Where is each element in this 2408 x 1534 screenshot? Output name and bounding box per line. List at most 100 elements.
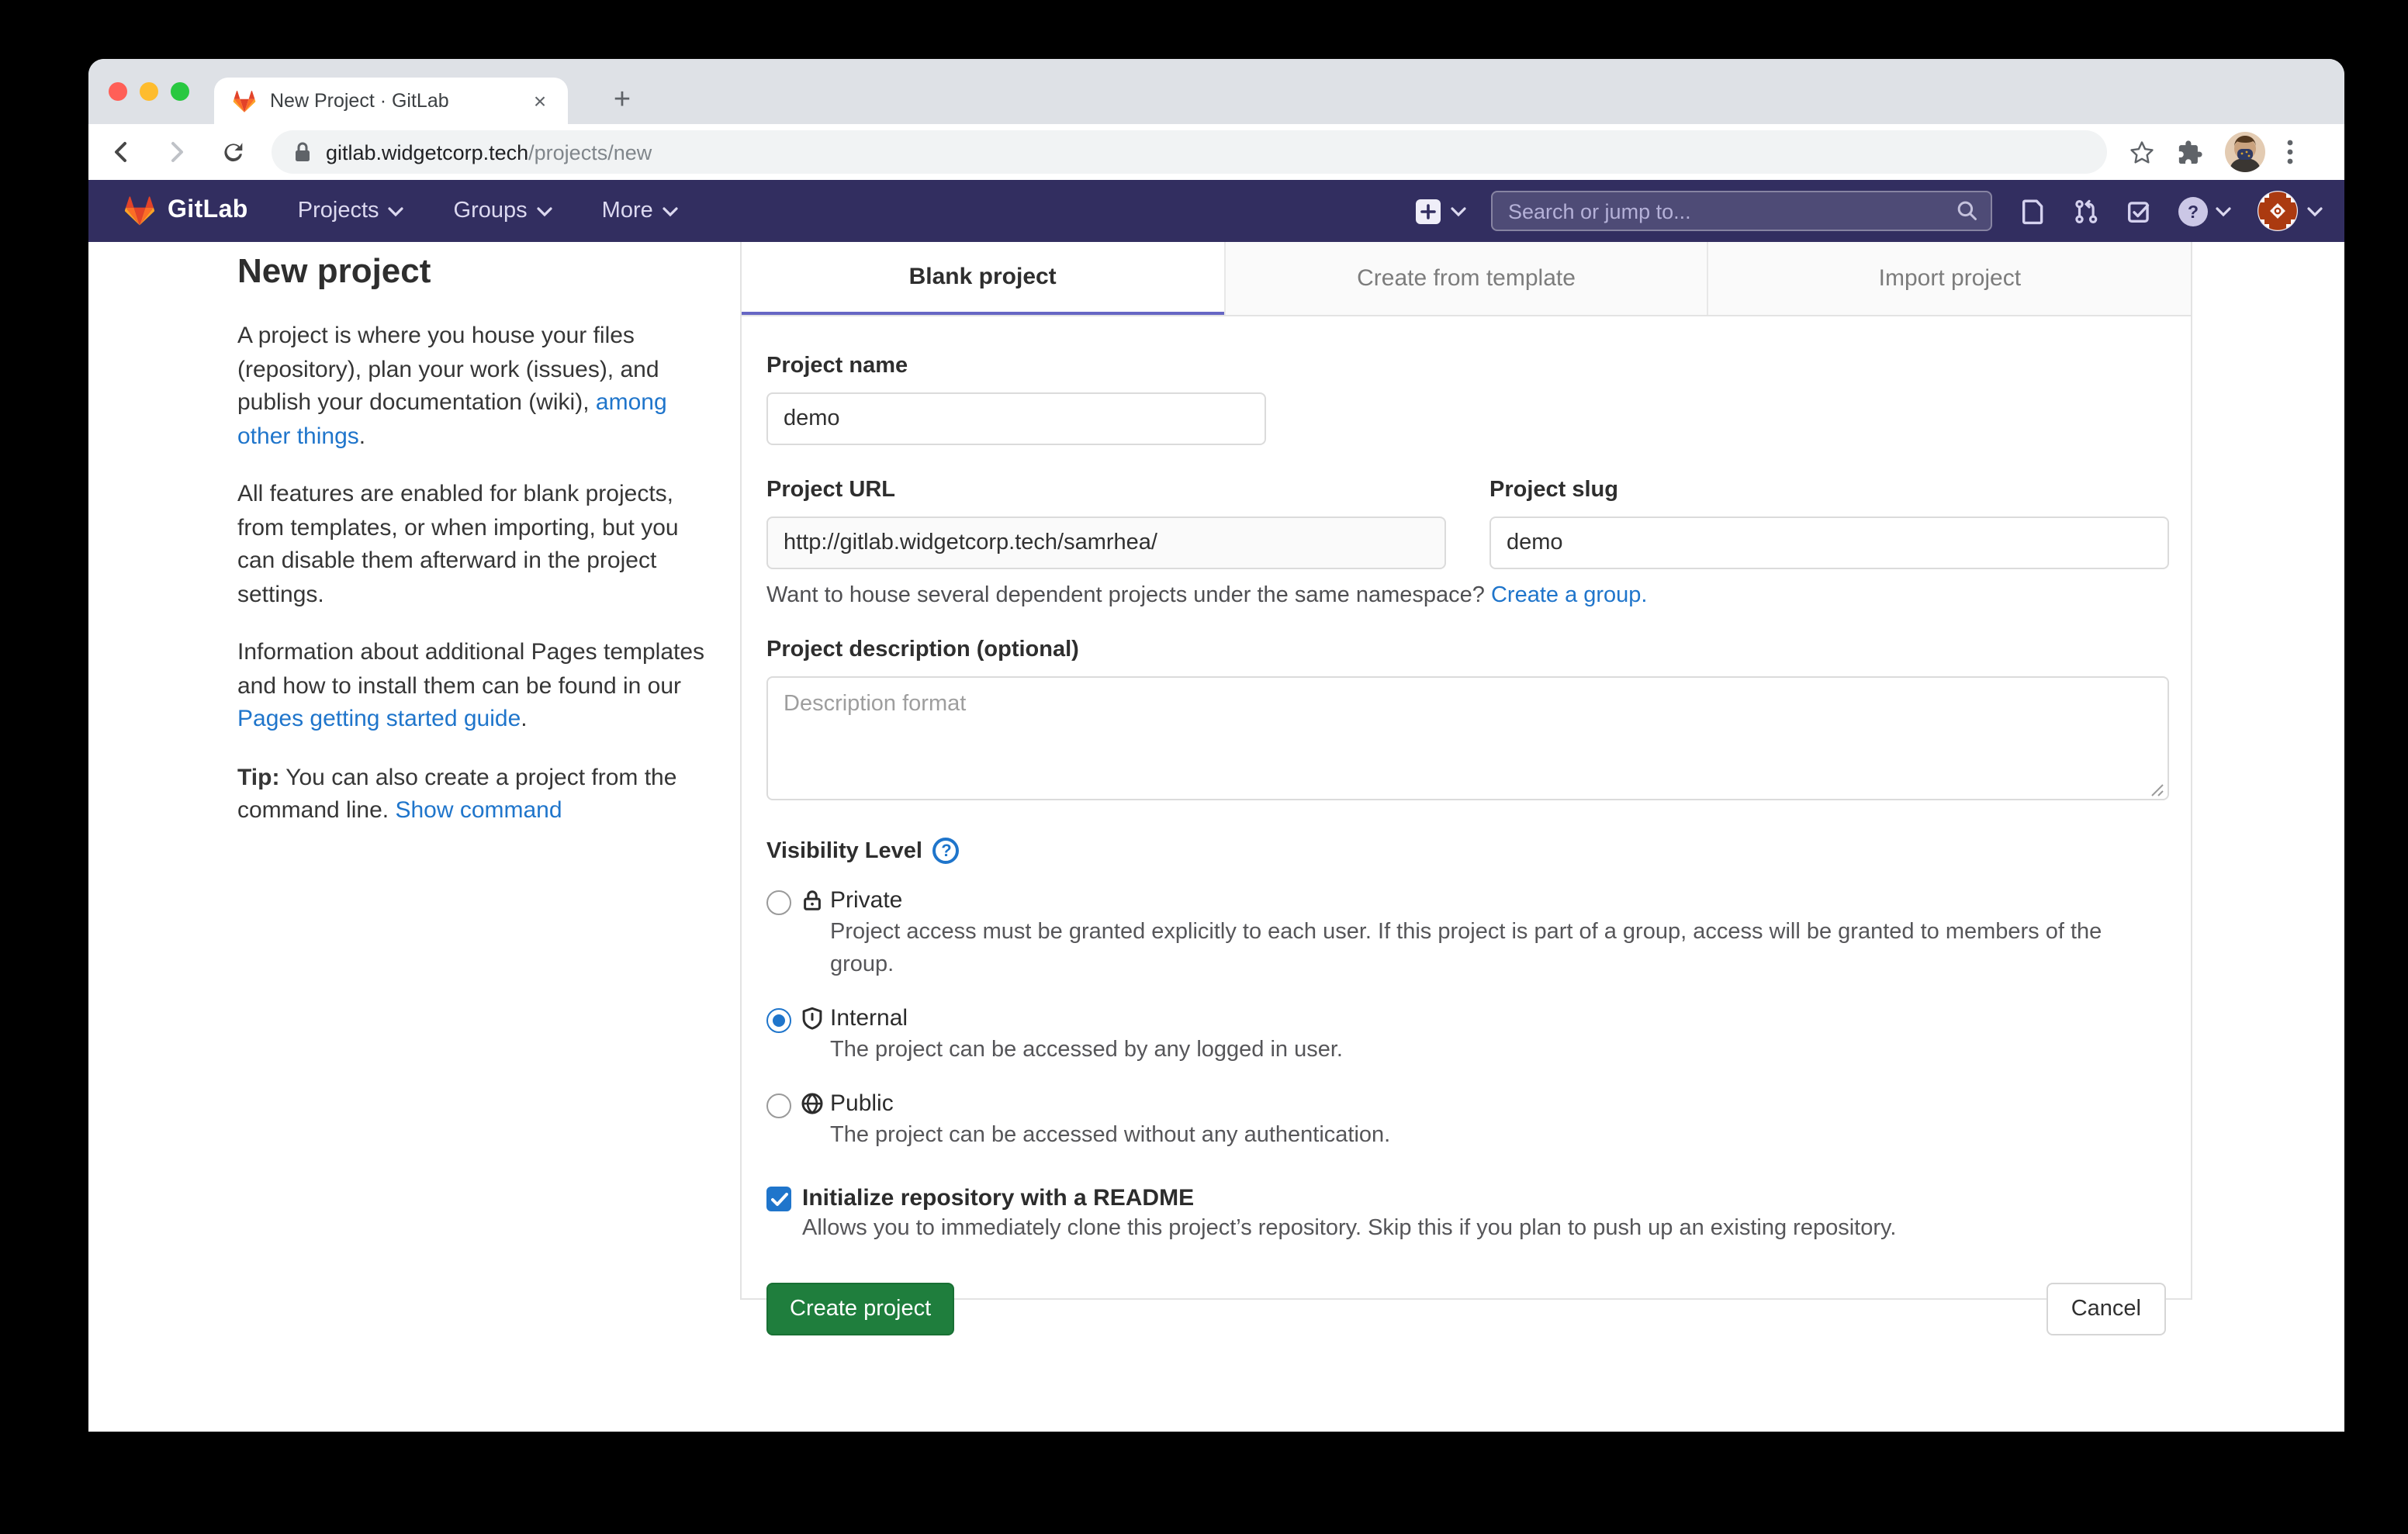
close-window-button[interactable] <box>109 82 127 101</box>
nav-menu-groups-label: Groups <box>454 199 528 223</box>
readme-checkbox[interactable] <box>766 1187 791 1211</box>
issues-icon[interactable] <box>2020 198 2046 224</box>
minimize-window-button[interactable] <box>140 82 158 101</box>
search-icon <box>1956 200 1978 222</box>
help-question-icon: ? <box>2178 196 2208 226</box>
plus-square-icon <box>1415 198 1441 224</box>
public-option-name: Public <box>830 1090 894 1117</box>
new-tab-button[interactable]: + <box>604 84 641 121</box>
project-url-label: Project URL <box>766 478 1446 503</box>
url-host: gitlab.widgetcorp.tech <box>326 140 528 164</box>
check-icon <box>770 1192 787 1206</box>
user-avatar <box>2258 191 2298 231</box>
chevron-down-icon <box>2307 206 2323 216</box>
nav-menu-groups[interactable]: Groups <box>454 199 552 223</box>
url-path: /projects/new <box>528 140 652 164</box>
browser-profile-avatar[interactable] <box>2225 132 2265 172</box>
tab-create-from-template[interactable]: Create from template <box>1223 242 1707 315</box>
internal-radio[interactable] <box>766 1008 791 1033</box>
namespace-hint-text: Want to house several dependent projects… <box>766 583 1491 608</box>
project-name-label: Project name <box>766 354 2166 378</box>
gitlab-logo[interactable]: GitLab <box>124 195 248 226</box>
internal-option-name: Internal <box>830 1005 908 1031</box>
user-menu[interactable] <box>2258 191 2323 231</box>
extensions-puzzle-icon[interactable] <box>2177 139 2203 165</box>
gitlab-tanuki-icon <box>124 195 155 226</box>
page-title: New project <box>237 251 721 292</box>
browser-tab[interactable]: New Project · GitLab × <box>214 78 568 124</box>
globe-icon <box>801 1092 824 1115</box>
sidebar-paragraph-1: A project is where you house your files … <box>237 320 721 453</box>
visibility-level-label: Visibility Level <box>766 838 922 863</box>
public-radio[interactable] <box>766 1093 791 1118</box>
tab-blank-project[interactable]: Blank project <box>742 242 1223 315</box>
tab-close-icon[interactable]: × <box>528 90 552 112</box>
project-type-tabs: Blank project Create from template Impor… <box>742 242 2191 316</box>
project-url-input[interactable] <box>766 517 1446 569</box>
readme-label: Initialize repository with a README <box>802 1185 1896 1211</box>
visibility-option-internal[interactable]: Internal The project can be accessed by … <box>766 1005 2166 1067</box>
namespace-hint: Want to house several dependent projects… <box>766 583 2166 608</box>
readme-desc: Allows you to immediately clone this pro… <box>802 1216 1896 1241</box>
tip-label: Tip: <box>237 764 279 790</box>
page-content: New project A project is where you house… <box>88 242 2344 1432</box>
new-project-sidebar: New project A project is where you house… <box>237 251 721 852</box>
new-item-menu[interactable] <box>1415 198 1466 224</box>
nav-menu-more-label: More <box>602 199 653 223</box>
nav-menu-more[interactable]: More <box>602 199 678 223</box>
forward-button[interactable] <box>154 129 200 175</box>
global-search[interactable] <box>1491 191 1992 231</box>
help-menu[interactable]: ? <box>2178 196 2231 226</box>
nav-menu-projects[interactable]: Projects <box>298 199 404 223</box>
chevron-down-icon <box>2216 206 2231 216</box>
project-name-input[interactable] <box>766 392 1266 445</box>
merge-requests-icon[interactable] <box>2073 198 2099 224</box>
private-option-desc: Project access must be granted explicitl… <box>830 917 2149 982</box>
chevron-down-icon <box>537 206 552 216</box>
sidebar-paragraph-3: Information about additional Pages templ… <box>237 636 721 736</box>
bookmark-star-icon[interactable] <box>2129 139 2155 165</box>
screen: New Project · GitLab × + gitlab.widgetco… <box>0 0 2408 1534</box>
create-a-group-link[interactable]: Create a group. <box>1491 583 1648 608</box>
global-search-input[interactable] <box>1505 198 1956 224</box>
project-slug-input[interactable] <box>1489 517 2169 569</box>
project-description-textarea[interactable] <box>766 676 2169 800</box>
internal-option-desc: The project can be accessed by any logge… <box>830 1035 1343 1067</box>
back-button[interactable] <box>98 129 144 175</box>
tab-import-project[interactable]: Import project <box>1707 242 2191 315</box>
browser-menu-kebab-icon[interactable] <box>2287 140 2293 164</box>
chevron-down-icon <box>389 206 404 216</box>
svg-text:?: ? <box>2188 201 2199 221</box>
project-slug-label: Project slug <box>1489 478 2169 503</box>
project-description-label: Project description (optional) <box>766 637 2166 662</box>
create-project-button[interactable]: Create project <box>766 1283 954 1335</box>
lock-icon <box>293 141 312 163</box>
gitlab-navbar: GitLab Projects Groups More <box>88 180 2344 242</box>
private-radio[interactable] <box>766 890 791 915</box>
public-option-desc: The project can be accessed without any … <box>830 1120 1390 1152</box>
cancel-button[interactable]: Cancel <box>2046 1283 2166 1335</box>
chevron-down-icon <box>663 206 678 216</box>
blank-project-form: Project name Project URL Project slug Wa… <box>742 354 2191 1335</box>
sidebar-tip: Tip: You can also create a project from … <box>237 761 721 827</box>
private-option-name: Private <box>830 887 902 914</box>
todos-icon[interactable] <box>2126 198 2152 224</box>
browser-window: New Project · GitLab × + gitlab.widgetco… <box>88 59 2344 1432</box>
refresh-button[interactable] <box>209 129 256 175</box>
browser-toolbar: gitlab.widgetcorp.tech/projects/new <box>88 124 2344 180</box>
lock-icon <box>801 889 824 912</box>
chevron-down-icon <box>1451 206 1466 216</box>
sidebar-p3-text: Information about additional Pages templ… <box>237 639 704 699</box>
visibility-option-private[interactable]: Private Project access must be granted e… <box>766 887 2166 982</box>
visibility-option-public[interactable]: Public The project can be accessed witho… <box>766 1090 2166 1152</box>
address-bar[interactable]: gitlab.widgetcorp.tech/projects/new <box>272 130 2107 174</box>
pages-guide-link[interactable]: Pages getting started guide <box>237 706 521 732</box>
nav-menu-projects-label: Projects <box>298 199 379 223</box>
zoom-window-button[interactable] <box>171 82 189 101</box>
readme-row[interactable]: Initialize repository with a README Allo… <box>766 1185 2166 1241</box>
visibility-help-icon[interactable]: ? <box>933 838 960 864</box>
sidebar-paragraph-2: All features are enabled for blank proje… <box>237 478 721 611</box>
tab-title: New Project · GitLab <box>270 90 528 112</box>
show-command-link[interactable]: Show command <box>395 797 562 824</box>
tab-strip: New Project · GitLab × + <box>88 59 2344 124</box>
